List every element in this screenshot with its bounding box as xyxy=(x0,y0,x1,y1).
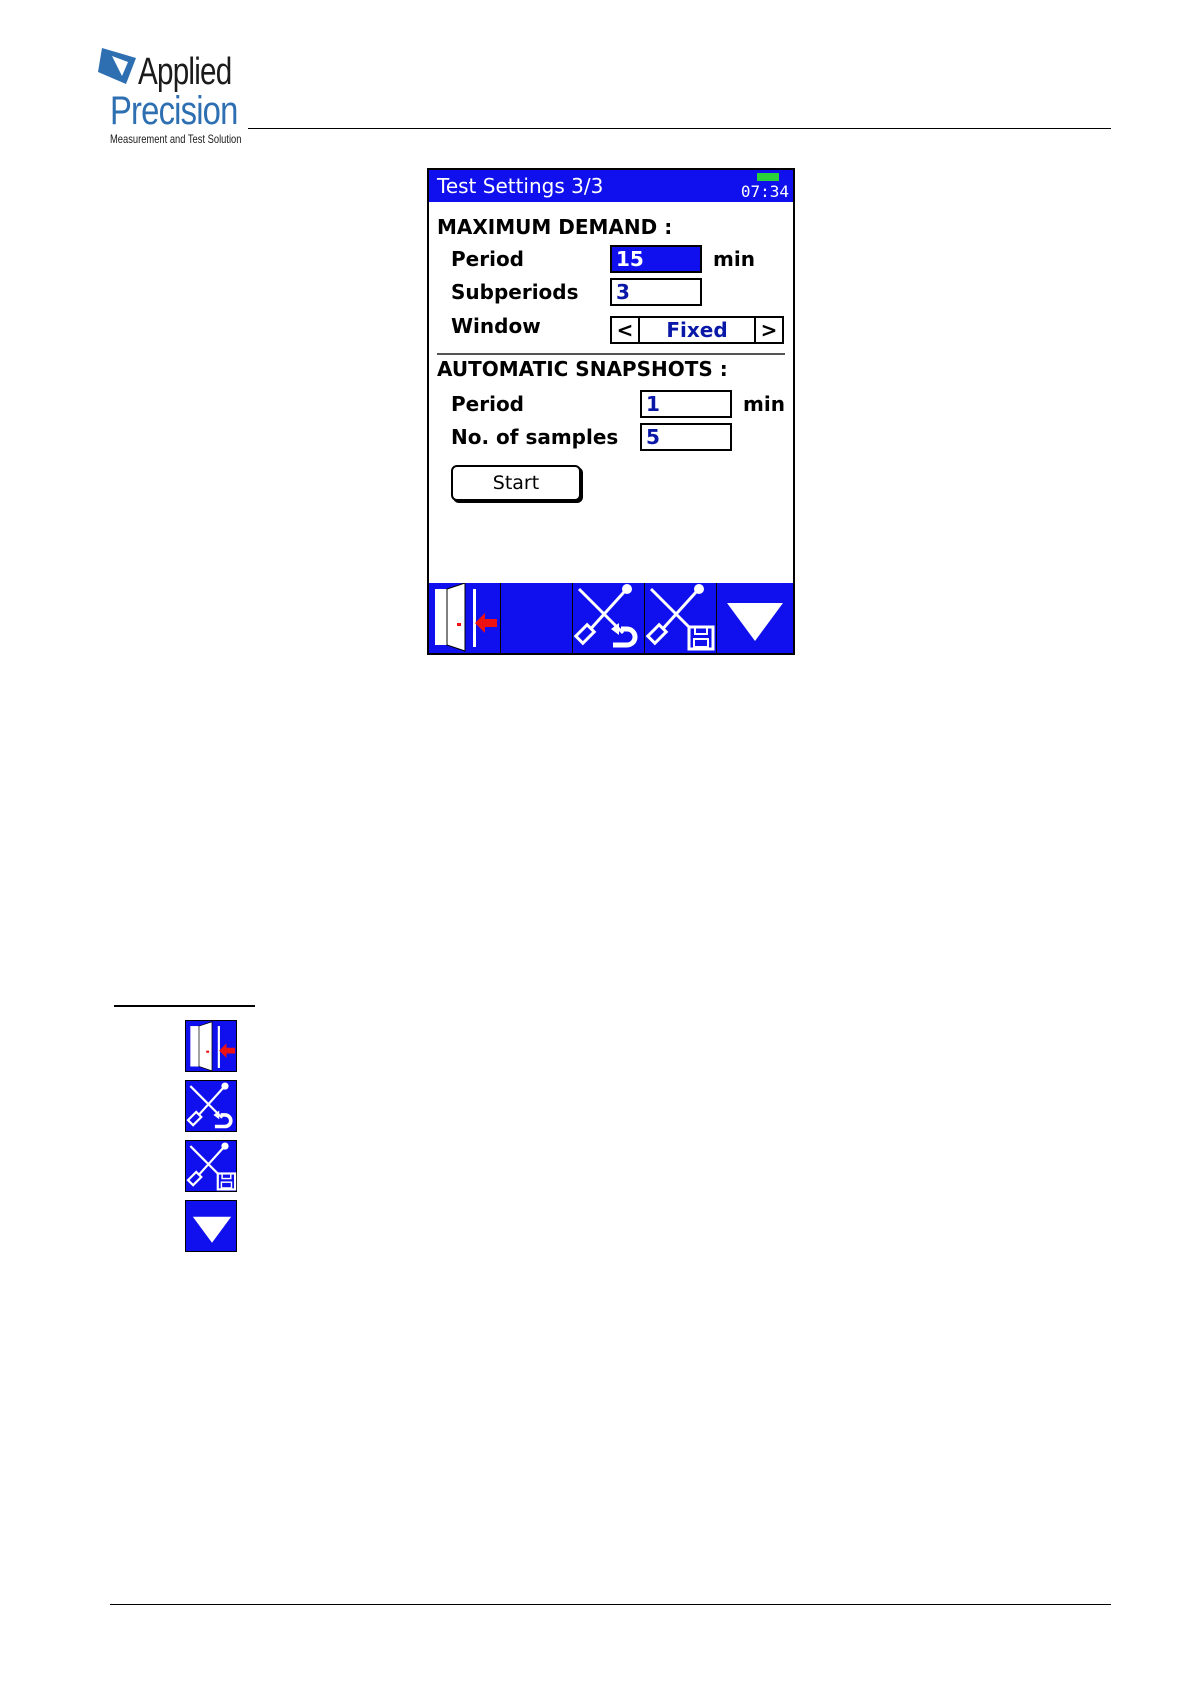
exit-door-icon xyxy=(435,583,497,652)
exit-button[interactable] xyxy=(429,583,501,653)
logo-tagline: Measurement and Test Solution xyxy=(110,132,242,146)
tools-save-button[interactable] xyxy=(645,583,717,653)
md-subperiods-field[interactable]: 3 xyxy=(610,278,702,306)
window-selector[interactable]: < Fixed > xyxy=(610,316,784,344)
window-prev-button[interactable]: < xyxy=(612,318,640,342)
snap-period-field[interactable]: 1 xyxy=(640,390,732,418)
snap-period-label: Period xyxy=(451,392,524,416)
tools-save-icon xyxy=(645,584,715,651)
window-value: Fixed xyxy=(666,318,728,342)
scroll-down-button[interactable] xyxy=(717,583,793,653)
tools-save-icon xyxy=(186,1142,237,1191)
triangle-down-icon xyxy=(727,603,783,641)
snap-period-unit: min xyxy=(743,392,785,416)
max-demand-heading: MAXIMUM DEMAND : xyxy=(437,215,673,239)
md-subperiods-label: Subperiods xyxy=(451,280,579,304)
device-screen: Test Settings 3/3 07:34 MAXIMUM DEMAND :… xyxy=(427,168,795,655)
screen-title: Test Settings 3/3 xyxy=(437,174,604,198)
md-window-label: Window xyxy=(451,314,541,338)
snapshots-heading: AUTOMATIC SNAPSHOTS : xyxy=(437,357,728,381)
window-next-button[interactable]: > xyxy=(754,318,782,342)
md-period-unit: min xyxy=(713,247,755,271)
legend-tools-save-icon xyxy=(185,1140,237,1192)
tools-undo-button[interactable] xyxy=(573,583,645,653)
snap-samples-field[interactable]: 5 xyxy=(640,423,732,451)
applied-precision-logo: Applied Precision Measurement and Test S… xyxy=(98,46,248,146)
legend-triangle-down-icon xyxy=(185,1200,237,1252)
legend-tools-undo-icon xyxy=(185,1080,237,1132)
clock: 07:34 xyxy=(740,182,789,201)
footer-rule xyxy=(110,1604,1111,1605)
empty-function-slot xyxy=(501,583,573,653)
legend-rule xyxy=(114,1005,255,1007)
logo-word-precision: Precision xyxy=(110,89,238,133)
header-rule xyxy=(248,128,1111,129)
section-divider xyxy=(437,353,785,355)
legend-exit-icon xyxy=(185,1020,237,1072)
triangle-down-icon xyxy=(192,1216,232,1243)
md-period-field[interactable]: 15 xyxy=(610,245,702,273)
snap-samples-label: No. of samples xyxy=(451,425,619,449)
tools-undo-icon xyxy=(186,1082,233,1129)
logo-mark-icon xyxy=(98,48,136,84)
battery-icon xyxy=(757,173,779,181)
md-period-label: Period xyxy=(451,247,524,271)
exit-door-icon xyxy=(190,1021,236,1072)
start-button[interactable]: Start xyxy=(451,465,581,501)
function-toolbar xyxy=(429,583,793,653)
logo-word-applied: Applied xyxy=(138,51,232,93)
tools-undo-icon xyxy=(573,584,638,648)
title-bar: Test Settings 3/3 07:34 xyxy=(429,170,793,202)
